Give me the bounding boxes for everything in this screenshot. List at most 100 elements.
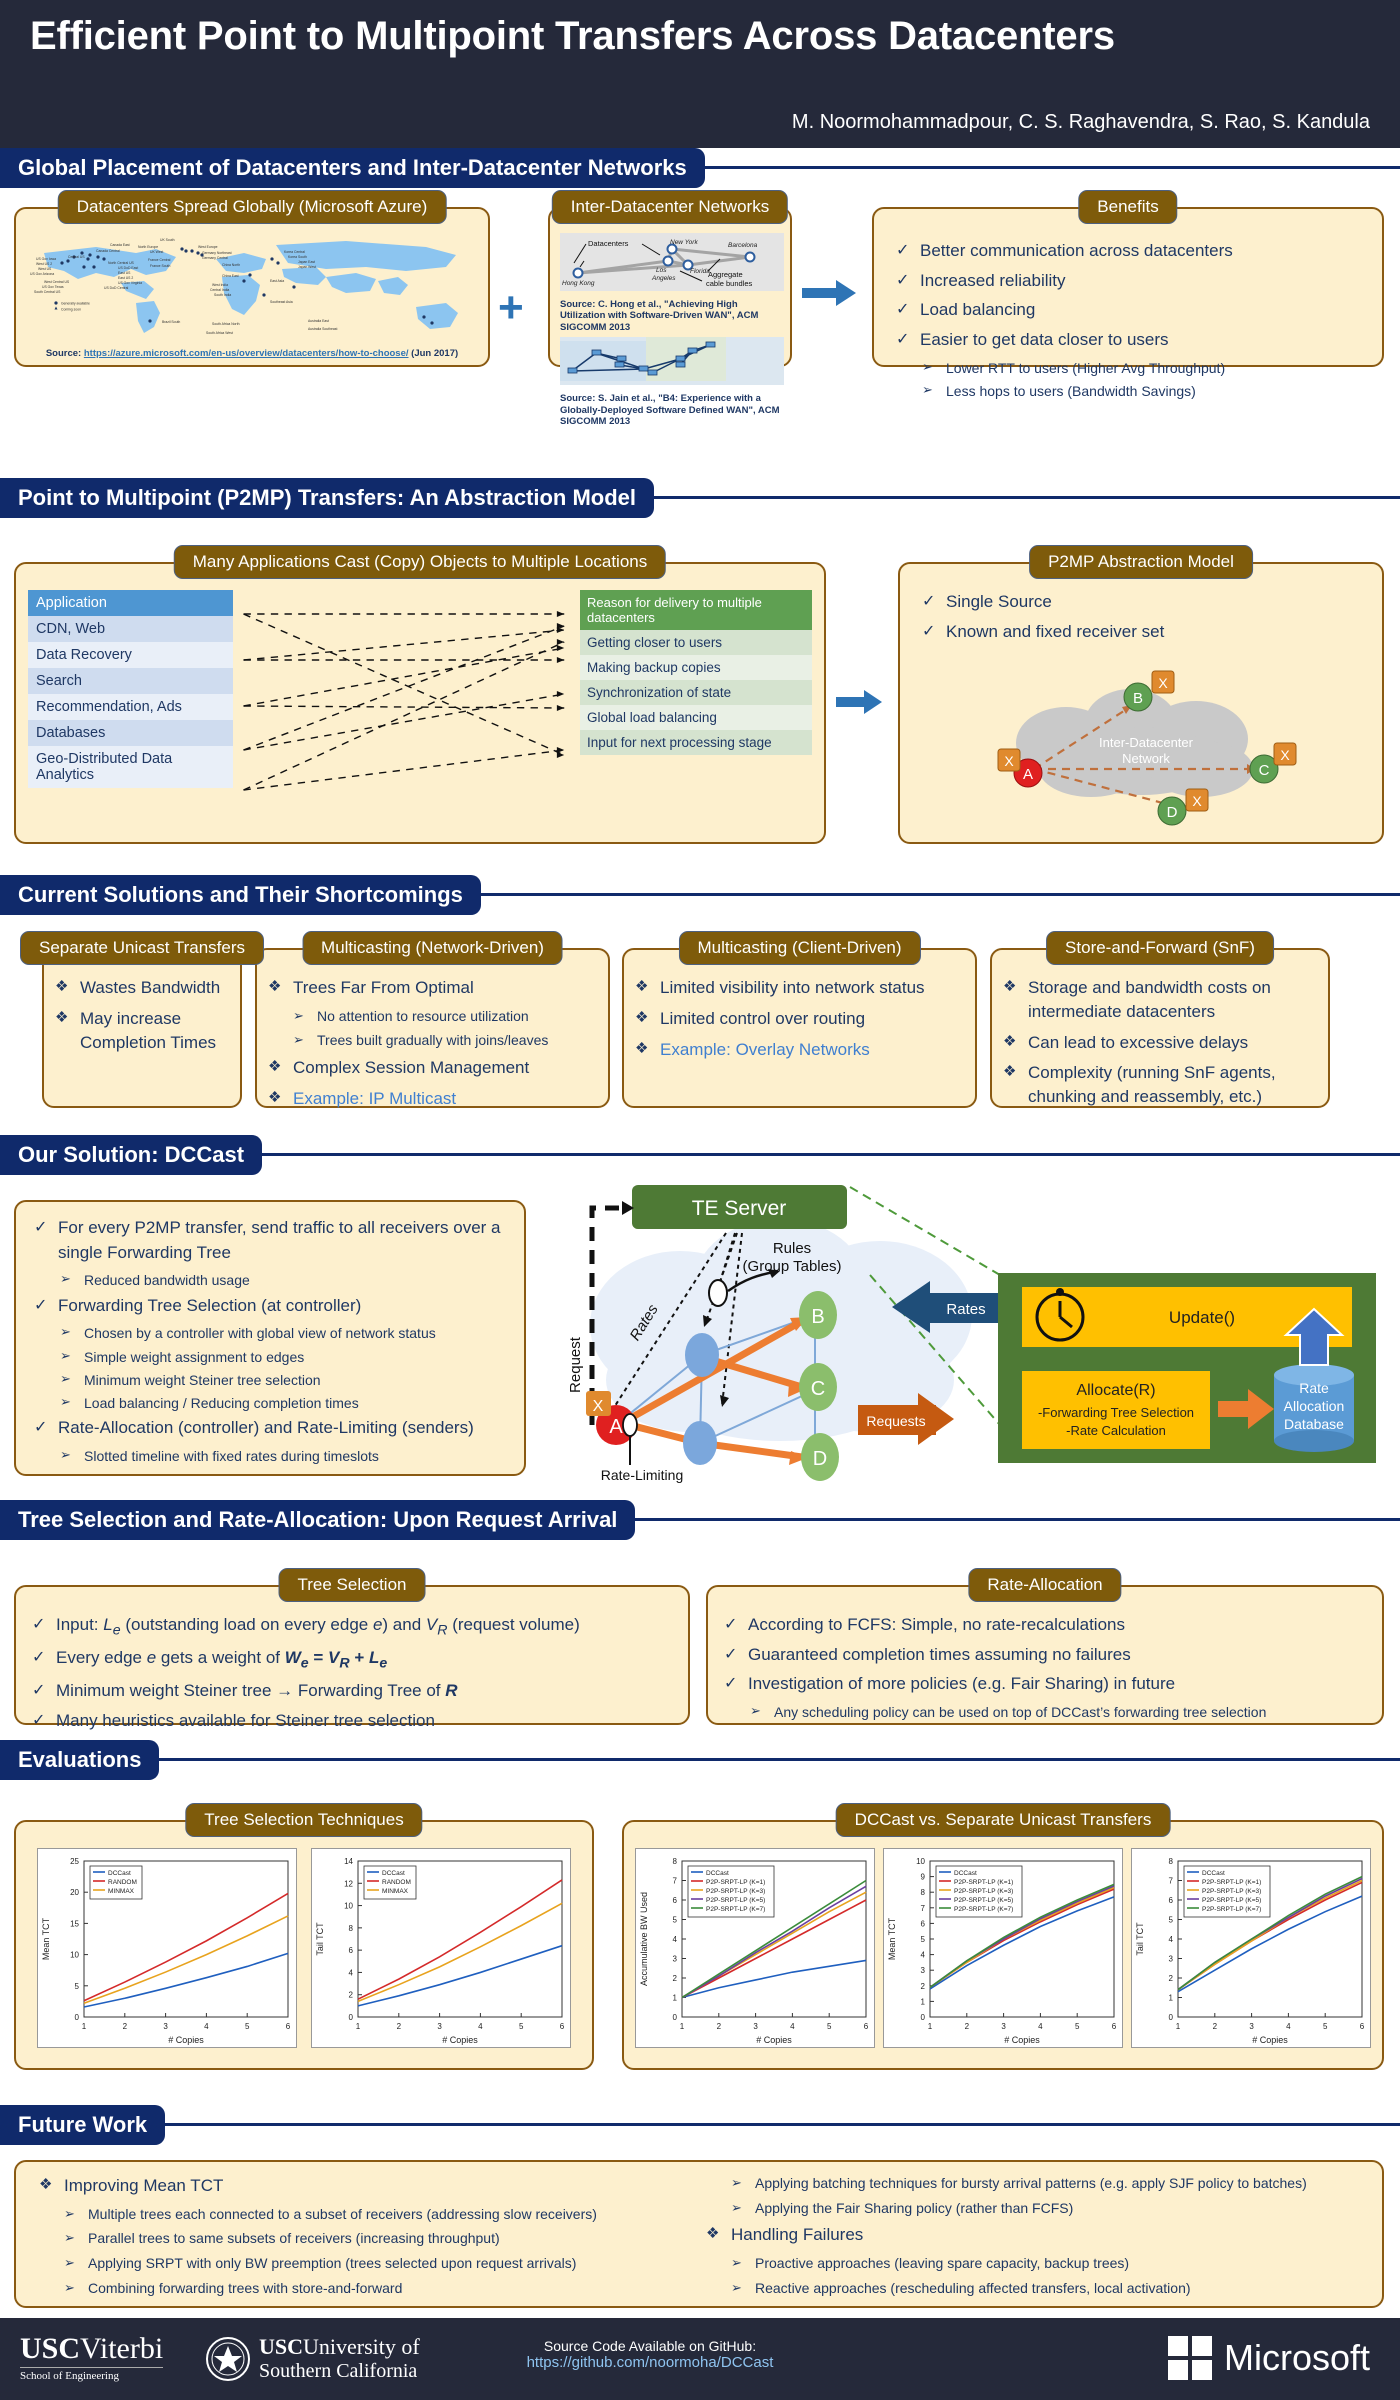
svg-text:Tail TCT: Tail TCT — [1135, 1922, 1145, 1956]
requests-arrow-label: Requests — [866, 1413, 925, 1429]
interdc-source-1: Source: C. Hong et al., "Achieving High … — [560, 299, 759, 333]
panel-multicast-client: Multicasting (Client-Driven) Limited vis… — [622, 931, 977, 1108]
svg-text:Canada East: Canada East — [110, 243, 130, 247]
source-code-block: Source Code Available on GitHub: https:/… — [430, 2318, 870, 2371]
panel-title-interdc: Inter-Datacenter Networks — [551, 190, 789, 224]
svg-text:Korea Central: Korea Central — [284, 250, 305, 254]
svg-text:B: B — [811, 1306, 824, 1328]
mapping-arrows — [233, 590, 580, 810]
svg-text:D: D — [813, 1448, 827, 1470]
future-right-item-4: Reactive approaches (rescheduling affect… — [699, 2279, 1366, 2299]
github-link[interactable]: https://github.com/noormoha/DCCast — [527, 2354, 774, 2371]
panel-eval-dccast-vs-unicast: DCCast vs. Separate Unicast Transfers 01… — [622, 1803, 1384, 2070]
dccast-list: For every P2MP transfer, send traffic to… — [28, 1216, 512, 1466]
svg-text:14: 14 — [344, 1857, 353, 1866]
application-table-header: Application — [28, 590, 233, 616]
svg-text:DCCast: DCCast — [954, 1870, 977, 1877]
svg-text:West US 2: West US 2 — [36, 262, 52, 266]
allocate-line1: -Forwarding Tree Selection — [1038, 1405, 1194, 1420]
author-list: M. Noormohammadpour, C. S. Raghavendra, … — [791, 111, 1370, 133]
svg-text:Mean TCT: Mean TCT — [887, 1917, 897, 1960]
svg-text:2: 2 — [1213, 2022, 1218, 2031]
section-title-our-solution: Our Solution: DCCast — [0, 1135, 263, 1175]
microsoft-logo: Microsoft — [1167, 2336, 1370, 2380]
reason-row: Input for next processing stage — [580, 730, 812, 755]
svg-text:West Europe: West Europe — [198, 245, 218, 249]
rules-sub-label: (Group Tables) — [743, 1258, 842, 1275]
svg-text:4: 4 — [478, 2022, 483, 2031]
viterbi-subtitle: School of Engineering — [20, 2367, 164, 2382]
chart-accum-bw: 0 1 2 3 4 5 6 7 8 1 2 3 4 5 6 # Copies Accumulative BW U… — [635, 1848, 875, 2048]
svg-text:Australia Southeast: Australia Southeast — [308, 327, 337, 331]
panel-many-applications: Many Applications Cast (Copy) Objects to… — [14, 545, 826, 844]
svg-text:US Gov Arizona: US Gov Arizona — [30, 272, 54, 276]
snf-item-1: Can lead to excessive delays — [996, 1031, 1320, 1055]
svg-text:Central US: Central US — [68, 255, 85, 259]
svg-text:1: 1 — [673, 1994, 678, 2003]
panel-title-benefits: Benefits — [1078, 190, 1178, 224]
panel-eval-tree-selection: Tree Selection Techniques 0 5 10 15 20 25 1 2 3 4… — [14, 1803, 594, 2070]
svg-text:France Central: France Central — [148, 258, 171, 262]
svg-text:Rate: Rate — [1299, 1380, 1329, 1396]
svg-text:Coming soon: Coming soon — [61, 308, 81, 312]
svg-text:US DoD East: US DoD East — [118, 266, 138, 270]
svg-text:DCCast: DCCast — [706, 1870, 729, 1877]
panel-title-p2mp-abstraction: P2MP Abstraction Model — [1029, 545, 1253, 579]
mcast-client-item-2: Example: Overlay Networks — [628, 1038, 967, 1062]
panel-title-datacenters: Datacenters Spread Globally (Microsoft A… — [57, 190, 447, 224]
interdc-map-1: Hong Kong LosAngeles New York Barcelona … — [560, 233, 784, 291]
chart-mean-tct-tree: 0 5 10 15 20 25 1 2 3 4 5 6 # Copies Mean TCT DCCast RA… — [37, 1848, 297, 2048]
panel-benefits: Benefits Better communication across dat… — [872, 190, 1384, 400]
application-row: Recommendation, Ads — [28, 694, 233, 720]
svg-text:6: 6 — [560, 2022, 565, 2031]
svg-text:Database: Database — [1284, 1416, 1344, 1432]
svg-text:Accumulative BW Used: Accumulative BW Used — [639, 1892, 649, 1986]
svg-text:10: 10 — [344, 1902, 353, 1911]
svg-text:0: 0 — [1169, 2013, 1174, 2022]
svg-text:5: 5 — [1169, 1916, 1174, 1925]
svg-text:US DoD Central: US DoD Central — [104, 286, 129, 290]
unicast-item-0: Wastes Bandwidth — [48, 976, 232, 1000]
section-title-future-work: Future Work — [0, 2105, 166, 2145]
azure-source-link[interactable]: https://azure.microsoft.com/en-us/overvi… — [84, 348, 409, 359]
rates-arrow-label: Rates — [946, 1301, 985, 1318]
rate-limiting-label: Rate-Limiting — [601, 1467, 683, 1483]
interdc-source-2: Source: S. Jain et al., "B4: Experience … — [560, 393, 780, 427]
dccast-item-1: Reduced bandwidth usage — [28, 1270, 512, 1290]
mcast-net-item-1: No attention to resource utilization — [261, 1007, 600, 1027]
svg-text:Tail TCT: Tail TCT — [315, 1922, 325, 1956]
svg-text:10: 10 — [916, 1857, 925, 1866]
section-bar-global-placement: Global Placement of Datacenters and Inte… — [0, 148, 1400, 188]
svg-text:East US: East US — [118, 271, 131, 275]
svg-text:5: 5 — [1323, 2022, 1328, 2031]
section-title-p2mp: Point to Multipoint (P2MP) Transfers: An… — [0, 478, 655, 518]
svg-text:Mean TCT: Mean TCT — [41, 1917, 51, 1960]
svg-text:UK South: UK South — [160, 238, 175, 242]
svg-text:DCCast: DCCast — [1202, 1870, 1225, 1877]
svg-text:Los: Los — [656, 267, 667, 274]
future-right-item-3: Proactive approaches (leaving spare capa… — [699, 2254, 1366, 2274]
svg-text:Allocation: Allocation — [1284, 1398, 1345, 1414]
benefit-item-4: Lower RTT to users (Higher Avg Throughpu… — [890, 358, 1366, 378]
svg-text:6: 6 — [286, 2022, 291, 2031]
svg-text:4: 4 — [1286, 2022, 1291, 2031]
dccast-item-3: Chosen by a controller with global view … — [28, 1323, 512, 1343]
application-table: Application CDN, Web Data Recovery Search R… — [28, 590, 233, 788]
svg-text:# Copies: # Copies — [756, 2035, 792, 2045]
application-row: CDN, Web — [28, 616, 233, 642]
svg-text:C: C — [1259, 762, 1270, 779]
viterbi-text: Viterbi — [80, 2332, 164, 2365]
microsoft-wordmark: Microsoft — [1223, 2337, 1370, 2378]
panel-datacenters-global: Datacenters Spread Globally (Microsoft A… — [14, 190, 490, 367]
tree-selection-item-0: Input: Le (outstanding load on every edg… — [26, 1613, 674, 1641]
svg-text:X: X — [1280, 747, 1290, 763]
rate-alloc-item-3: Any scheduling policy can be used on top… — [718, 1702, 1368, 1722]
svg-text:3: 3 — [437, 2022, 442, 2031]
panel-title-eval-right: DCCast vs. Separate Unicast Transfers — [835, 1803, 1171, 1837]
chart-tail-tct-dccast: 0 1 2 3 4 5 6 7 8 1 2 3 4 5 6 # Copies Tail TCT DCCast P2P… — [1131, 1848, 1371, 2048]
svg-text:Japan West: Japan West — [298, 265, 316, 269]
svg-text:2: 2 — [349, 1991, 354, 2000]
svg-text:25: 25 — [70, 1857, 79, 1866]
usc-univ-text: USC — [259, 2334, 304, 2359]
panel-store-and-forward: Store-and-Forward (SnF) Storage and band… — [990, 931, 1330, 1108]
